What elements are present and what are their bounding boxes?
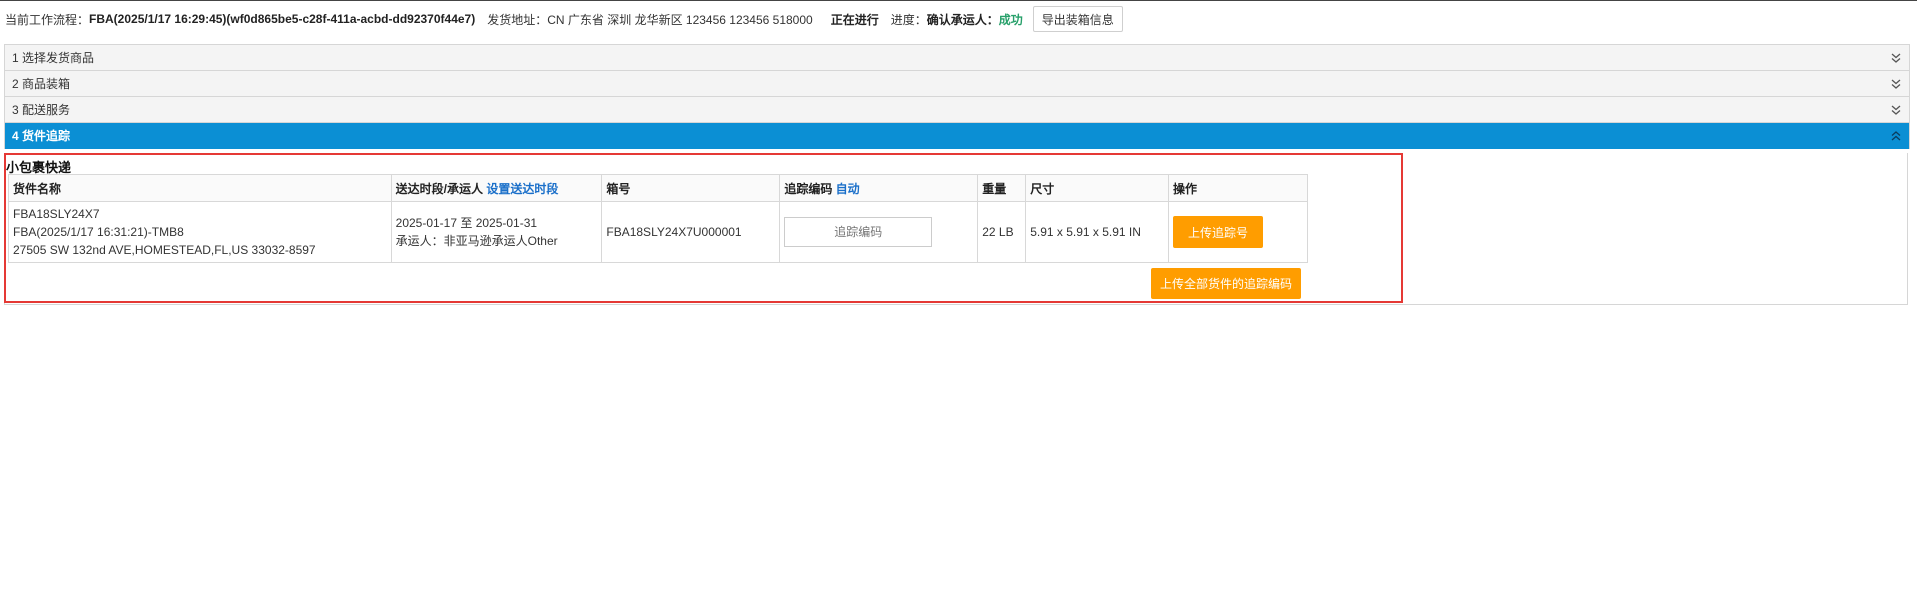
- shipment-table: 货件名称 送达时段/承运人 设置送达时段 箱号 追踪编码 自动 重量 尺寸 操作…: [8, 174, 1308, 263]
- table-header-row: 货件名称 送达时段/承运人 设置送达时段 箱号 追踪编码 自动 重量 尺寸 操作: [8, 174, 1308, 202]
- upload-tracking-button[interactable]: 上传追踪号: [1173, 216, 1264, 248]
- col-tracking: 追踪编码 自动: [779, 174, 979, 202]
- col-shipment-name: 货件名称: [8, 174, 392, 202]
- col-size: 尺寸: [1025, 174, 1170, 202]
- col-action: 操作: [1168, 174, 1308, 202]
- size-cell: 5.91 x 5.91 x 5.91 IN: [1025, 201, 1170, 263]
- export-packing-button[interactable]: 导出装箱信息: [1032, 6, 1123, 32]
- progress-result: 成功: [998, 12, 1023, 27]
- accordion-step-3[interactable]: 3 配送服务: [5, 97, 1909, 123]
- delivery-window: 2025-01-17 至 2025-01-31: [395, 216, 538, 230]
- col-weight: 重量: [977, 174, 1027, 202]
- auto-tracking-link[interactable]: 自动: [836, 182, 860, 196]
- table-row: FBA18SLY24X7 FBA(2025/1/17 16:31:21)-TMB…: [8, 201, 1308, 263]
- accordion-step-2[interactable]: 2 商品装箱: [5, 71, 1909, 97]
- tracking-code-input[interactable]: [784, 217, 933, 247]
- delivery-cell: 2025-01-17 至 2025-01-31 承运人：非亚马逊承运人Other: [390, 201, 603, 263]
- col-delivery: 送达时段/承运人 设置送达时段: [390, 174, 603, 202]
- top-border: [0, 0, 1917, 1]
- col-tracking-label: 追踪编码: [784, 181, 833, 196]
- status-text: 正在进行: [830, 12, 879, 27]
- step-accordion: 1 选择发货商品 2 商品装箱 3 配送服务 4 货件追踪: [4, 44, 1910, 149]
- accordion-step-label: 2 商品装箱: [12, 77, 71, 91]
- col-box-number: 箱号: [601, 174, 781, 202]
- workflow-label: 当前工作流程：: [5, 12, 90, 27]
- accordion-step-label: 3 配送服务: [12, 103, 71, 117]
- address-label: 发货地址：: [487, 12, 548, 27]
- carrier: 承运人：非亚马逊承运人Other: [395, 234, 558, 248]
- shipment-name: FBA(2025/1/17 16:31:21)-TMB8: [13, 225, 184, 239]
- accordion-step-label: 1 选择发货商品: [12, 51, 95, 65]
- double-chevron-down-icon: [1891, 53, 1901, 63]
- double-chevron-down-icon: [1891, 79, 1901, 89]
- double-chevron-up-icon: [1891, 130, 1901, 140]
- action-cell: 上传追踪号: [1168, 201, 1308, 263]
- upload-all-tracking-button[interactable]: 上传全部货件的追踪编码: [1151, 268, 1301, 299]
- shipment-address: 27505 SW 132nd AVE,HOMESTEAD,FL,US 33032…: [13, 243, 316, 257]
- progress-label: 进度：: [890, 12, 927, 27]
- double-chevron-down-icon: [1891, 105, 1901, 115]
- tracking-cell: [779, 201, 979, 263]
- workflow-value: FBA(2025/1/17 16:29:45)(wf0d865be5-c28f-…: [89, 12, 476, 26]
- col-delivery-label: 送达时段/承运人: [395, 181, 483, 196]
- weight-cell: 22 LB: [977, 201, 1027, 263]
- box-number-cell: FBA18SLY24X7U000001: [601, 201, 781, 263]
- address-value: CN 广东省 深圳 龙华新区 123456 123456 518000: [547, 12, 813, 27]
- set-delivery-window-link[interactable]: 设置送达时段: [486, 182, 558, 196]
- accordion-step-1[interactable]: 1 选择发货商品: [5, 45, 1909, 71]
- accordion-step-4[interactable]: 4 货件追踪: [5, 123, 1909, 149]
- shipment-id: FBA18SLY24X7: [13, 207, 100, 221]
- workflow-header: 当前工作流程： FBA(2025/1/17 16:29:45)(wf0d865b…: [5, 6, 1123, 32]
- shipment-name-cell: FBA18SLY24X7 FBA(2025/1/17 16:31:21)-TMB…: [8, 201, 392, 263]
- accordion-step-label: 4 货件追踪: [12, 129, 71, 143]
- progress-step: 确认承运人：: [926, 12, 999, 27]
